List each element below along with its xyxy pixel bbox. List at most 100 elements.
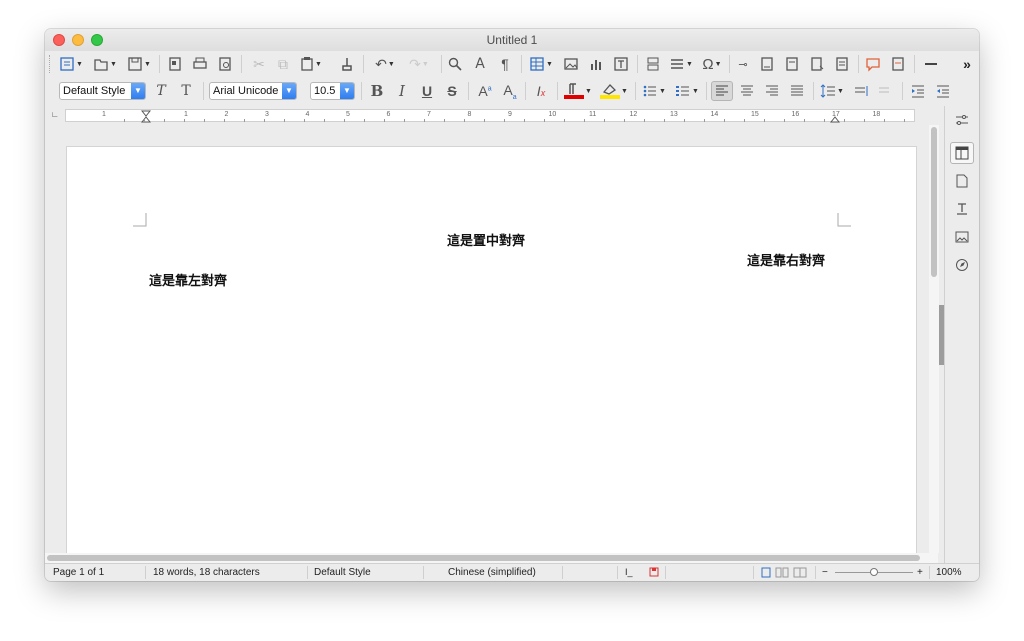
center-aligned-paragraph[interactable]: 這是置中對齊	[447, 230, 525, 249]
endnote-button[interactable]	[782, 54, 802, 74]
minimize-window-button[interactable]	[72, 34, 84, 46]
comment-button[interactable]	[863, 54, 883, 74]
sidebar-tab-styles[interactable]	[950, 198, 974, 220]
insert-field-button[interactable]: ▼	[667, 54, 695, 74]
insert-mode-indicator[interactable]: I_	[625, 567, 633, 577]
bookmark-button[interactable]	[807, 54, 827, 74]
word-count[interactable]: 18 words, 18 characters	[153, 567, 260, 578]
underline-icon: U	[421, 83, 433, 99]
chevron-down-icon[interactable]: ▼	[340, 83, 354, 99]
hyperlink-button[interactable]: ⊸	[733, 54, 753, 74]
right-aligned-paragraph[interactable]: 這是靠右對齊	[747, 250, 825, 269]
insert-image-button[interactable]	[561, 54, 581, 74]
subscript-button[interactable]: Aa	[500, 81, 520, 101]
copy-button[interactable]: ⧉	[273, 54, 293, 74]
find-replace-button[interactable]	[445, 54, 465, 74]
view-layout-multi[interactable]	[775, 567, 789, 581]
text-language[interactable]: Chinese (simplified)	[448, 567, 536, 578]
strikethrough-button[interactable]: S	[442, 81, 462, 101]
print-preview-button[interactable]	[215, 54, 235, 74]
horizontal-line-button[interactable]	[921, 54, 941, 74]
clone-formatting-button[interactable]	[337, 54, 357, 74]
ruler-tick	[624, 119, 625, 122]
track-changes-button[interactable]	[888, 54, 908, 74]
justify-button[interactable]	[787, 81, 807, 101]
vertical-scroll-thumb[interactable]	[931, 127, 937, 277]
clear-formatting-button[interactable]: Ix	[531, 81, 551, 101]
numbering-button[interactable]: ▼	[673, 81, 701, 101]
paragraph-style-combo[interactable]: Default Style ▼	[59, 82, 146, 100]
open-button[interactable]: ▼	[91, 54, 119, 74]
paste-button[interactable]: ▼	[297, 54, 325, 74]
decrease-indent-button[interactable]	[933, 81, 953, 101]
cut-button[interactable]: ✂	[249, 54, 269, 74]
sidebar-tab-navigator[interactable]	[950, 254, 974, 276]
tab-stop-selector-icon[interactable]: ∟	[51, 110, 59, 119]
bold-button[interactable]: B	[367, 81, 387, 101]
insert-chart-button[interactable]	[586, 54, 606, 74]
superscript-button[interactable]: Aa	[475, 81, 495, 101]
decrease-paragraph-spacing-icon	[879, 87, 889, 93]
insert-textbox-button[interactable]	[611, 54, 631, 74]
align-right-button[interactable]	[762, 81, 782, 101]
sidebar-menu-button[interactable]	[950, 109, 974, 131]
document-modified-indicator[interactable]	[649, 567, 659, 580]
font-name-combo[interactable]: Arial Unicode M ▼	[209, 82, 297, 100]
highlight-color-button[interactable]: ▼	[599, 81, 629, 101]
align-left-button[interactable]	[711, 81, 733, 101]
save-button[interactable]: ▼	[125, 54, 153, 74]
cross-reference-button[interactable]	[832, 54, 852, 74]
font-color-button[interactable]: ▼	[563, 81, 593, 101]
zoom-in-button[interactable]: +	[917, 567, 923, 578]
decrease-paragraph-spacing-button[interactable]	[875, 81, 895, 101]
vertical-scrollbar[interactable]	[929, 125, 939, 553]
font-size-combo[interactable]: 10.5 ▼	[310, 82, 355, 100]
new-style-button[interactable]: T	[176, 81, 196, 101]
separator	[307, 566, 308, 579]
toolbar-grip[interactable]	[49, 55, 53, 73]
increase-paragraph-spacing-button[interactable]	[851, 81, 871, 101]
underline-button[interactable]: U	[417, 81, 437, 101]
ruler-track[interactable]: 1 1 2 3 4 5 6 7 8 9 10 11 12 13 14 15 16 17 18	[65, 109, 915, 123]
horizontal-ruler[interactable]: ∟ 1 1 2 3 4 5 6 7 8 9 10 11 12 13 14 15 16 17 18	[45, 106, 945, 124]
view-layout-single[interactable]	[761, 567, 771, 581]
close-window-button[interactable]	[53, 34, 65, 46]
special-character-button[interactable]: Ω ▼	[701, 54, 723, 74]
line-spacing-button[interactable]: ▼	[818, 81, 846, 101]
spelling-button[interactable]: A	[470, 54, 490, 74]
horizontal-scrollbar[interactable]	[45, 553, 938, 563]
document-canvas[interactable]: 這是置中對齊 這是靠右對齊 這是靠左對齊	[45, 125, 938, 553]
chevron-down-icon[interactable]: ▼	[282, 83, 296, 99]
bullets-button[interactable]: ▼	[640, 81, 668, 101]
footnote-button[interactable]	[757, 54, 777, 74]
sidebar-tab-page[interactable]	[950, 170, 974, 192]
update-style-button[interactable]: T	[151, 81, 171, 101]
align-center-button[interactable]	[737, 81, 757, 101]
italic-button[interactable]: I	[392, 81, 412, 101]
zoom-slider-thumb[interactable]	[870, 568, 878, 576]
sidebar-tab-properties[interactable]	[950, 142, 974, 164]
redo-button[interactable]: ↷ ▼	[405, 54, 433, 74]
chevron-down-icon[interactable]: ▼	[131, 83, 145, 99]
horizontal-scroll-thumb[interactable]	[47, 555, 920, 561]
undo-button[interactable]: ↶ ▼	[371, 54, 399, 74]
left-aligned-paragraph[interactable]: 這是靠左對齊	[149, 270, 227, 289]
zoom-out-button[interactable]: −	[822, 567, 828, 578]
insert-table-button[interactable]: ▼	[527, 54, 555, 74]
view-layout-book[interactable]	[793, 567, 807, 581]
new-document-button[interactable]: ▼	[57, 54, 85, 74]
page-break-button[interactable]	[643, 54, 663, 74]
increase-indent-button[interactable]	[908, 81, 928, 101]
toolbar-overflow-button[interactable]: »	[959, 54, 975, 74]
zoom-level[interactable]: 100%	[936, 567, 962, 578]
export-pdf-button[interactable]	[165, 54, 185, 74]
ruler-tick	[464, 119, 465, 122]
left-indent-marker-icon[interactable]	[141, 110, 151, 123]
page-count[interactable]: Page 1 of 1	[53, 567, 104, 578]
zoom-window-button[interactable]	[91, 34, 103, 46]
document-page[interactable]: 這是置中對齊 這是靠右對齊 這是靠左對齊	[66, 146, 917, 553]
page-style[interactable]: Default Style	[314, 567, 371, 578]
print-button[interactable]	[190, 54, 210, 74]
formatting-marks-button[interactable]: ¶	[495, 54, 515, 74]
sidebar-tab-gallery[interactable]	[950, 226, 974, 248]
